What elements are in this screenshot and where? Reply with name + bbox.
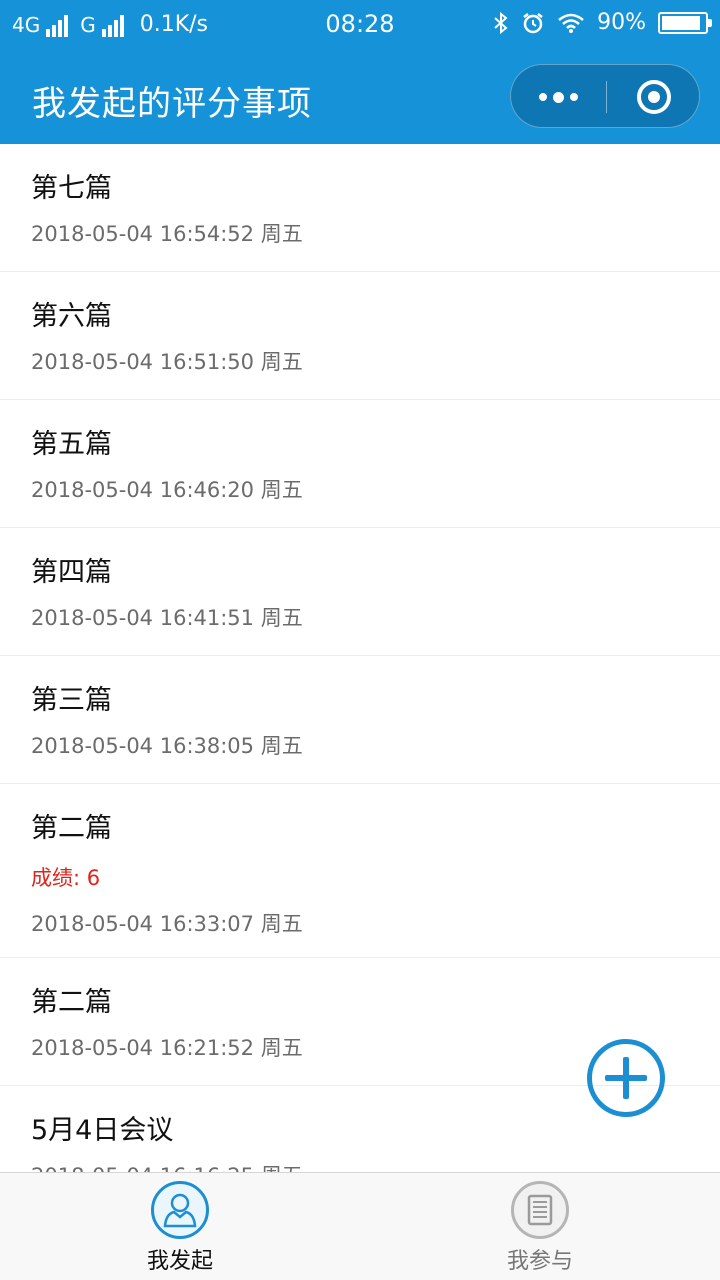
item-title: 第三篇 <box>31 685 112 716</box>
top-bar: 4G G 0.1K/s 08:28 90% 我发起的评分事项 <box>0 0 720 144</box>
item-date: 2018-05-04 16:54:52 周五 <box>31 222 303 246</box>
wifi-icon <box>558 13 584 33</box>
item-title: 第五篇 <box>31 429 112 460</box>
list-item[interactable]: 第五篇 2018-05-04 16:46:20 周五 <box>0 400 720 528</box>
bluetooth-icon <box>494 11 508 34</box>
list-item[interactable]: 第七篇 2018-05-04 16:54:52 周五 <box>0 144 720 272</box>
alarm-icon <box>523 12 543 33</box>
item-title: 5月4日会议 <box>31 1115 174 1146</box>
item-date: 2018-05-04 16:33:07 周五 <box>31 912 303 936</box>
item-title: 第二篇 <box>31 987 112 1018</box>
page-title: 我发起的评分事项 <box>32 84 312 124</box>
tab-participated[interactable]: 我参与 <box>360 1173 720 1280</box>
item-title: 第七篇 <box>31 173 112 204</box>
document-list-icon <box>511 1181 569 1239</box>
item-date: 2018-05-04 16:16:25 周五 <box>31 1160 303 1172</box>
close-circle-icon <box>637 80 671 114</box>
list-item[interactable]: 第六篇 2018-05-04 16:51:50 周五 <box>0 272 720 400</box>
battery-fill <box>662 15 700 30</box>
record-list: 第七篇 2018-05-04 16:54:52 周五第六篇 2018-05-04 1… <box>0 144 720 1172</box>
tab-initiated[interactable]: 我发起 <box>0 1173 360 1280</box>
tab-initiated-label: 我发起 <box>146 1249 213 1274</box>
more-button[interactable] <box>511 65 606 129</box>
item-title: 第二篇 <box>31 813 112 844</box>
battery-icon <box>658 11 712 34</box>
close-button[interactable] <box>607 65 701 129</box>
menu-capsule <box>510 64 700 128</box>
item-score: 成绩: 6 <box>31 866 101 890</box>
item-date: 2018-05-04 16:46:20 周五 <box>31 478 303 502</box>
tab-bar: 我发起 我参与 <box>0 1172 720 1280</box>
more-dots-icon <box>539 91 578 103</box>
item-date: 2018-05-04 16:21:52 周五 <box>31 1036 303 1060</box>
battery-percent: 90% <box>597 10 646 35</box>
item-title: 第六篇 <box>31 301 112 332</box>
item-date: 2018-05-04 16:51:50 周五 <box>31 350 303 374</box>
list-item[interactable]: 第二篇成绩: 6 2018-05-04 16:33:07 周五 <box>0 784 720 958</box>
status-bar: 4G G 0.1K/s 08:28 90% <box>0 0 720 50</box>
list-item[interactable]: 第三篇 2018-05-04 16:38:05 周五 <box>0 656 720 784</box>
item-date: 2018-05-04 16:41:51 周五 <box>31 606 303 630</box>
item-date: 2018-05-04 16:38:05 周五 <box>31 734 303 758</box>
status-right: 90% <box>493 10 712 35</box>
add-button[interactable] <box>587 1039 665 1117</box>
list-item[interactable]: 第四篇 2018-05-04 16:41:51 周五 <box>0 528 720 656</box>
item-title: 第四篇 <box>31 557 112 588</box>
tab-participated-label: 我参与 <box>506 1249 573 1274</box>
user-icon <box>151 1181 209 1239</box>
